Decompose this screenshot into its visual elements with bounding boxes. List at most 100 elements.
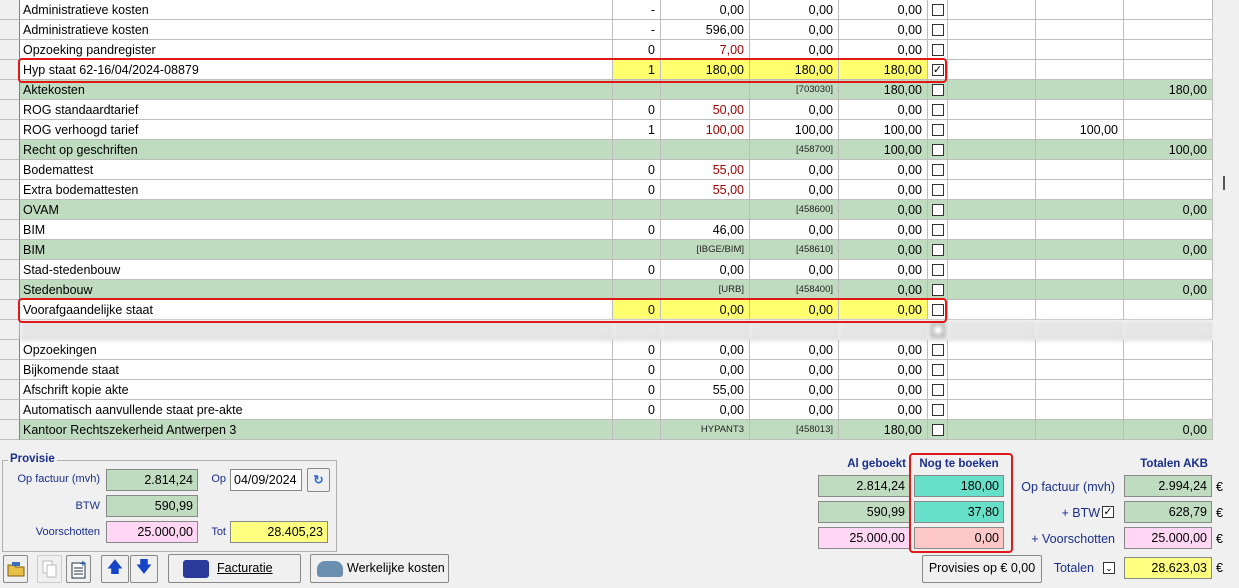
- row-checkbox-cell[interactable]: [928, 320, 948, 340]
- row-checkbox-cell[interactable]: [928, 200, 948, 220]
- op-date-field[interactable]: 04/09/2024: [230, 469, 302, 491]
- table-row[interactable]: Stad-stedenbouw 0 0,00 0,00 0,00: [0, 260, 1213, 280]
- total-cell[interactable]: 100,00: [839, 120, 928, 140]
- price-cell[interactable]: 0,00: [661, 400, 750, 420]
- quantity-cell[interactable]: -: [613, 0, 661, 20]
- al-geboekt-factuur[interactable]: 2.814,24: [818, 475, 910, 497]
- row-indicator[interactable]: [0, 60, 20, 80]
- row-indicator[interactable]: [0, 400, 20, 420]
- row-checkbox[interactable]: [931, 3, 944, 16]
- quantity-cell[interactable]: -: [613, 20, 661, 40]
- row-checkbox[interactable]: [931, 383, 944, 396]
- total-cell[interactable]: 0,00: [839, 280, 928, 300]
- price-cell[interactable]: 0,00: [661, 0, 750, 20]
- quantity-cell[interactable]: 0: [613, 40, 661, 60]
- row-checkbox[interactable]: [931, 23, 944, 36]
- chevron-down-icon[interactable]: ⌄: [1103, 562, 1115, 574]
- quantity-cell[interactable]: 0: [613, 360, 661, 380]
- total-cell[interactable]: [839, 320, 928, 340]
- row-indicator[interactable]: [0, 340, 20, 360]
- facturatie-button[interactable]: Facturatie: [168, 554, 301, 583]
- amount-cell[interactable]: [458600]: [750, 200, 839, 220]
- amount-cell[interactable]: [458700]: [750, 140, 839, 160]
- table-row[interactable]: Opzoeking pandregister 0 7,00 0,00 0,00: [0, 40, 1213, 60]
- row-indicator[interactable]: [0, 240, 20, 260]
- quantity-cell[interactable]: 0: [613, 220, 661, 240]
- table-row[interactable]: ROG standaardtarief 0 50,00 0,00 0,00: [0, 100, 1213, 120]
- row-checkbox[interactable]: [931, 143, 944, 156]
- row-checkbox[interactable]: [931, 203, 944, 216]
- row-checkbox[interactable]: [931, 263, 944, 276]
- tot-field[interactable]: 28.405,23: [230, 521, 328, 543]
- amount-cell[interactable]: 0,00: [750, 0, 839, 20]
- price-cell[interactable]: 7,00: [661, 40, 750, 60]
- group-row[interactable]: OVAM [458600] 0,00 0,00: [0, 200, 1213, 220]
- price-cell[interactable]: 55,00: [661, 380, 750, 400]
- price-cell[interactable]: 50,00: [661, 100, 750, 120]
- table-row[interactable]: Bijkomende staat 0 0,00 0,00 0,00: [0, 360, 1213, 380]
- table-row[interactable]: Automatisch aanvullende staat pre-akte 0 0…: [0, 400, 1213, 420]
- amount-cell[interactable]: [750, 320, 839, 340]
- row-checkbox-cell[interactable]: [928, 100, 948, 120]
- amount-cell[interactable]: 0,00: [750, 100, 839, 120]
- group-row[interactable]: BIM [IBGE/BIM] [458610] 0,00 0,00: [0, 240, 1213, 260]
- row-checkbox-cell[interactable]: [928, 400, 948, 420]
- total-cell[interactable]: 0,00: [839, 360, 928, 380]
- quantity-cell[interactable]: 0: [613, 180, 661, 200]
- amount-cell[interactable]: 0,00: [750, 220, 839, 240]
- row-indicator[interactable]: [0, 120, 20, 140]
- price-cell[interactable]: [661, 140, 750, 160]
- row-checkbox[interactable]: [931, 423, 944, 436]
- row-checkbox-cell[interactable]: [928, 380, 948, 400]
- row-indicator[interactable]: [0, 20, 20, 40]
- total-cell[interactable]: 0,00: [839, 200, 928, 220]
- row-checkbox-cell[interactable]: [928, 360, 948, 380]
- total-cell[interactable]: 0,00: [839, 160, 928, 180]
- table-row[interactable]: Extra bodemattesten 0 55,00 0,00 0,00: [0, 180, 1213, 200]
- row-indicator[interactable]: [0, 220, 20, 240]
- table-row[interactable]: BIM 0 46,00 0,00 0,00: [0, 220, 1213, 240]
- row-checkbox-cell[interactable]: [928, 420, 948, 440]
- row-checkbox-cell[interactable]: [928, 160, 948, 180]
- row-indicator[interactable]: [0, 160, 20, 180]
- row-checkbox[interactable]: [931, 403, 944, 416]
- group-row[interactable]: Stedenbouw [URB] [458400] 0,00 0,00: [0, 280, 1213, 300]
- row-checkbox-cell[interactable]: [928, 260, 948, 280]
- total-cell[interactable]: 0,00: [839, 40, 928, 60]
- price-cell[interactable]: [661, 320, 750, 340]
- price-cell[interactable]: [IBGE/BIM]: [661, 240, 750, 260]
- amount-cell[interactable]: 0,00: [750, 180, 839, 200]
- row-indicator[interactable]: [0, 300, 20, 320]
- row-checkbox-cell[interactable]: [928, 80, 948, 100]
- totalen-factuur[interactable]: 2.994,24: [1124, 475, 1212, 497]
- amount-cell[interactable]: 0,00: [750, 380, 839, 400]
- amount-cell[interactable]: 0,00: [750, 400, 839, 420]
- price-cell[interactable]: 55,00: [661, 160, 750, 180]
- row-checkbox[interactable]: [931, 363, 944, 376]
- price-cell[interactable]: 0,00: [661, 340, 750, 360]
- table-row[interactable]: Opzoekingen 0 0,00 0,00 0,00: [0, 340, 1213, 360]
- quantity-cell[interactable]: 0: [613, 340, 661, 360]
- quantity-cell[interactable]: [613, 200, 661, 220]
- quantity-cell[interactable]: [613, 320, 661, 340]
- total-cell[interactable]: 0,00: [839, 380, 928, 400]
- total-cell[interactable]: 100,00: [839, 140, 928, 160]
- amount-cell[interactable]: [458400]: [750, 280, 839, 300]
- row-checkbox-cell[interactable]: [928, 140, 948, 160]
- group-row[interactable]: Kantoor Rechtszekerheid Antwerpen 3 HYPAN…: [0, 420, 1213, 440]
- row-indicator[interactable]: [0, 80, 20, 100]
- row-checkbox[interactable]: [931, 323, 944, 336]
- table-row[interactable]: ROG verhoogd tarief 1 100,00 100,00 100,00 10…: [0, 120, 1213, 140]
- vertical-scrollbar[interactable]: [1214, 0, 1239, 440]
- price-cell[interactable]: 46,00: [661, 220, 750, 240]
- row-checkbox-cell[interactable]: [928, 280, 948, 300]
- amount-cell[interactable]: [458610]: [750, 240, 839, 260]
- row-checkbox-cell[interactable]: [928, 240, 948, 260]
- al-geboekt-voorschotten[interactable]: 25.000,00: [818, 527, 910, 549]
- price-cell[interactable]: 55,00: [661, 180, 750, 200]
- amount-cell[interactable]: 0,00: [750, 20, 839, 40]
- row-indicator[interactable]: [0, 40, 20, 60]
- amount-cell[interactable]: [703030]: [750, 80, 839, 100]
- folder-icon[interactable]: [3, 555, 28, 583]
- row-indicator[interactable]: [0, 200, 20, 220]
